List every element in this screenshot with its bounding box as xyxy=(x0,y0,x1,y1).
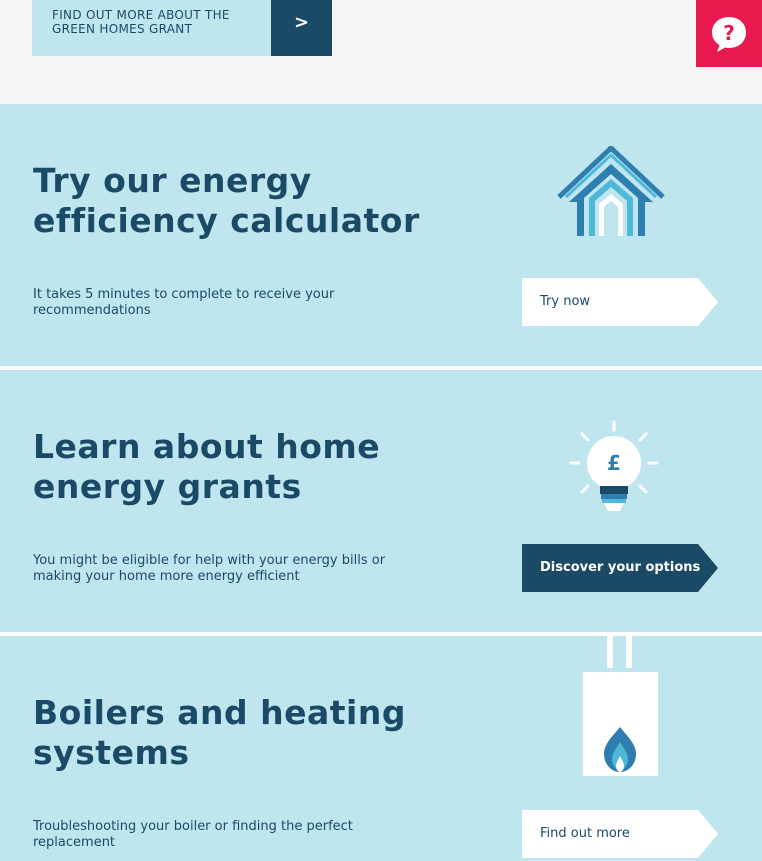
arrow-right-icon: > xyxy=(271,0,332,56)
energy-grants-section: Learn about home energy grants You might… xyxy=(0,370,762,633)
house-icon xyxy=(555,144,667,242)
button-label: Try now xyxy=(540,294,591,309)
section-description: You might be eligible for help with your… xyxy=(33,553,386,584)
section-title: Learn about home energy grants xyxy=(33,427,381,506)
find-out-more-button[interactable]: Find out more xyxy=(522,810,718,858)
boilers-section: Boilers and heating systems Troubleshoot… xyxy=(0,636,762,861)
boiler-icon xyxy=(582,636,660,782)
green-homes-grant-label: FIND OUT MORE ABOUT THE GREEN HOMES GRAN… xyxy=(32,0,271,56)
top-banner: FIND OUT MORE ABOUT THE GREEN HOMES GRAN… xyxy=(0,0,762,104)
green-homes-grant-button[interactable]: FIND OUT MORE ABOUT THE GREEN HOMES GRAN… xyxy=(32,0,332,56)
section-title: Try our energy efficiency calculator xyxy=(33,161,420,240)
try-now-button[interactable]: Try now xyxy=(522,278,718,326)
energy-calculator-section: Try our energy efficiency calculator It … xyxy=(0,104,762,367)
section-description: It takes 5 minutes to complete to receiv… xyxy=(33,287,335,318)
pound-symbol: £ xyxy=(607,451,621,475)
button-label: Find out more xyxy=(540,826,630,841)
help-question-icon: ? xyxy=(712,16,746,52)
button-label: Discover your options xyxy=(540,560,701,575)
section-description: Troubleshooting your boiler or finding t… xyxy=(33,819,353,850)
help-button[interactable]: ? xyxy=(696,0,762,67)
help-glyph: ? xyxy=(723,21,735,45)
section-title: Boilers and heating systems xyxy=(33,693,406,772)
discover-options-button[interactable]: Discover your options xyxy=(522,544,718,592)
lightbulb-pound-icon: £ xyxy=(568,418,660,518)
